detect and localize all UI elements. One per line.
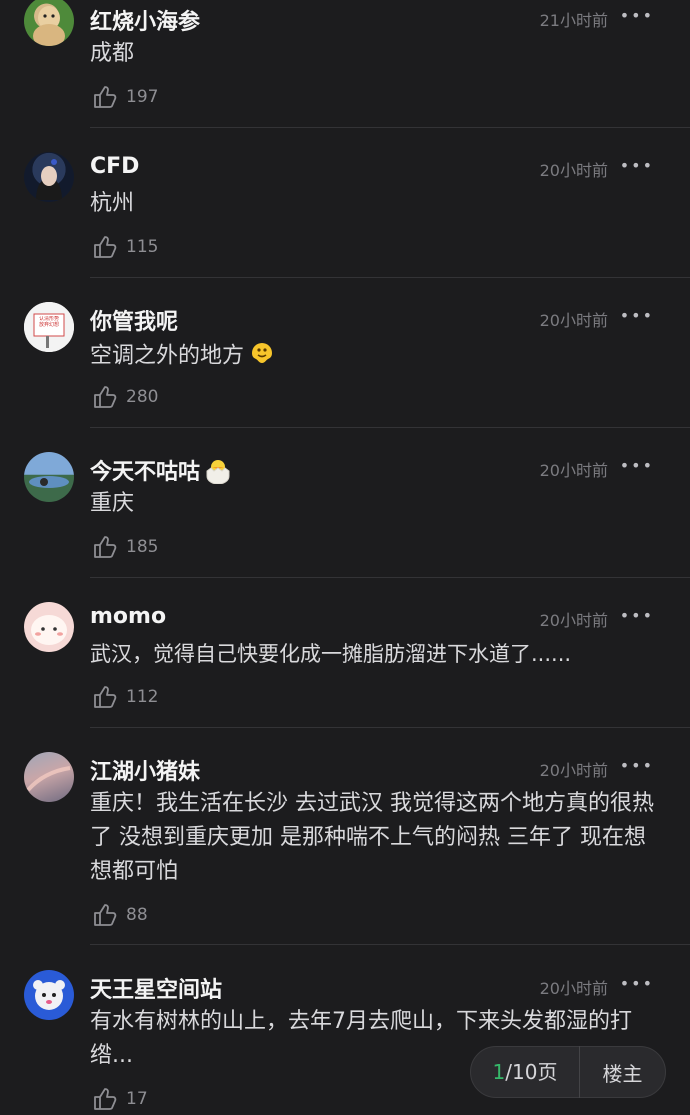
like-count: 280 — [126, 387, 159, 407]
like-button[interactable]: 88 — [92, 902, 148, 928]
hatching-chick-emoji-icon — [204, 456, 232, 490]
thumbs-up-icon — [94, 536, 117, 558]
like-button[interactable]: 17 — [92, 1086, 148, 1112]
avatar[interactable] — [24, 970, 74, 1020]
page-navigator: 1/10页 楼主 — [470, 1046, 666, 1098]
more-options-icon[interactable]: ••• — [620, 974, 654, 993]
comment-text: 武汉，觉得自己快要化成一摊脂肪溜进下水道了...... — [90, 642, 572, 666]
avatar[interactable] — [24, 452, 74, 502]
divider — [90, 127, 690, 128]
girl-avatar-icon — [36, 159, 62, 200]
divider — [90, 577, 690, 578]
comment-text: 重庆！我生活在长沙 去过武汉 我觉得这两个地方真的很热了 没想到重庆更加 是那种… — [90, 791, 654, 884]
current-page: 1 — [492, 1060, 506, 1084]
thumbs-up-icon — [94, 686, 117, 708]
username-wrap[interactable]: 今天不咕咕 — [90, 454, 232, 490]
more-options-icon[interactable]: ••• — [620, 456, 654, 475]
comment-text: 成都 — [90, 41, 135, 66]
divider — [90, 944, 690, 945]
page-selector-button[interactable]: 1/10页 — [471, 1046, 580, 1098]
username[interactable]: 江湖小猪妹 — [90, 754, 200, 786]
username[interactable]: 红烧小海参 — [90, 4, 200, 36]
robot-avatar-icon — [33, 980, 65, 1010]
timestamp: 20小时前 — [539, 311, 608, 330]
more-options-icon[interactable]: ••• — [620, 6, 654, 25]
username[interactable]: momo — [90, 604, 166, 629]
more-options-icon[interactable]: ••• — [620, 756, 654, 775]
comment-text: 重庆 — [90, 491, 135, 516]
timestamp: 20小时前 — [539, 161, 608, 180]
like-button[interactable]: 197 — [92, 84, 158, 110]
sky-avatar-icon — [26, 766, 71, 792]
only-op-button[interactable]: 楼主 — [580, 1058, 665, 1087]
avatar[interactable] — [24, 0, 74, 46]
username[interactable]: 今天不咕咕 — [90, 460, 200, 485]
username[interactable]: CFD — [90, 154, 139, 179]
like-count: 112 — [126, 687, 159, 707]
username[interactable]: 天王星空间站 — [90, 972, 222, 1004]
more-options-icon[interactable]: ••• — [620, 156, 654, 175]
comment-text: 杭州 — [90, 191, 135, 216]
cute-bear-avatar-icon — [31, 615, 67, 645]
divider — [90, 277, 690, 278]
avatar-badge-text: 认清形势 放弃幻想 — [38, 316, 59, 328]
timestamp: 20小时前 — [539, 761, 608, 780]
like-count: 185 — [126, 537, 159, 557]
timestamp: 20小时前 — [539, 461, 608, 480]
thumbs-up-icon — [94, 386, 117, 408]
thumbs-up-icon — [94, 904, 117, 926]
thumbs-up-icon — [94, 86, 117, 108]
more-options-icon[interactable]: ••• — [620, 306, 654, 325]
like-button[interactable]: 280 — [92, 384, 158, 410]
timestamp: 21小时前 — [539, 11, 608, 30]
comment-text: 空调之外的地方 — [90, 337, 655, 376]
divider — [90, 427, 690, 428]
like-count: 17 — [126, 1089, 148, 1109]
melting-face-emoji-icon — [248, 337, 276, 376]
like-button[interactable]: 115 — [92, 234, 158, 260]
like-button[interactable]: 112 — [92, 684, 158, 710]
divider — [90, 727, 690, 728]
thumbs-up-icon — [94, 1088, 117, 1110]
like-count: 197 — [126, 87, 159, 107]
landscape-avatar-icon — [29, 476, 69, 488]
dog-avatar-icon — [33, 6, 65, 46]
more-options-icon[interactable]: ••• — [620, 606, 654, 625]
timestamp: 20小时前 — [539, 979, 608, 998]
like-count: 88 — [126, 905, 148, 925]
avatar[interactable] — [24, 602, 74, 652]
avatar[interactable] — [24, 752, 74, 802]
comment-text-content: 空调之外的地方 — [90, 343, 245, 369]
like-count: 115 — [126, 237, 159, 257]
username[interactable]: 你管我呢 — [90, 304, 178, 336]
timestamp: 20小时前 — [539, 611, 608, 630]
total-pages: /10页 — [505, 1060, 558, 1084]
like-button[interactable]: 185 — [92, 534, 158, 560]
thumbs-up-icon — [94, 236, 117, 258]
avatar[interactable] — [24, 152, 74, 202]
